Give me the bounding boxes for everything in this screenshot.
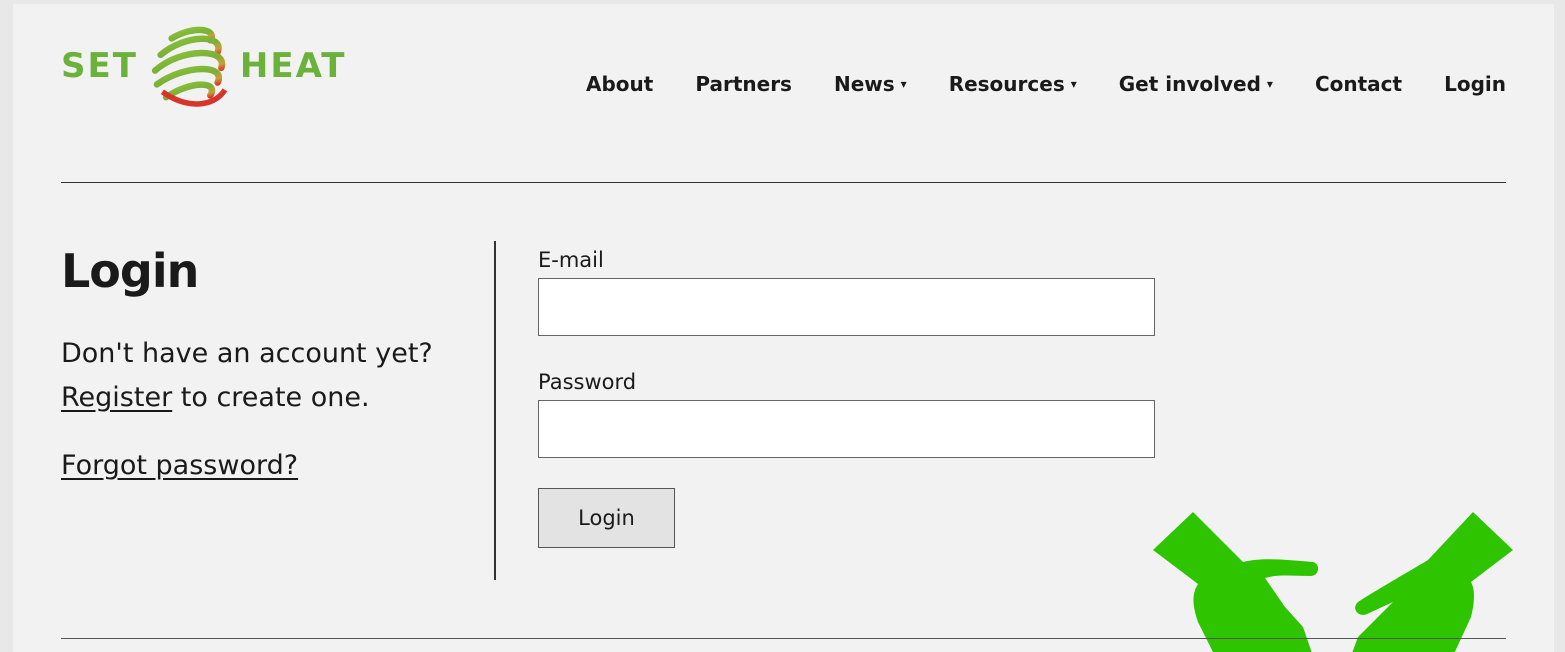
column-divider [494, 241, 496, 580]
password-label: Password [538, 370, 637, 394]
nav-contact[interactable]: Contact [1315, 72, 1402, 96]
globe-logo-icon [151, 26, 228, 107]
chevron-down-icon: ▾ [1266, 77, 1273, 91]
login-button[interactable]: Login [538, 488, 675, 548]
email-label: E-mail [538, 248, 604, 272]
nav-label: News [833, 72, 895, 96]
register-prompt: Don't have an account yet? Register to c… [61, 332, 441, 420]
nav-label: Resources [948, 72, 1065, 96]
register-link[interactable]: Register [61, 382, 172, 413]
nav-get-involved[interactable]: Get involved ▾ [1119, 72, 1273, 96]
nav-label: Get involved [1118, 72, 1261, 96]
register-prompt-text-end: to create one. [172, 382, 370, 413]
nav-about[interactable]: About [586, 72, 653, 96]
nav-label: About [586, 72, 654, 96]
page: SET HEAT About Partners News ▾ Resources… [13, 4, 1554, 652]
nav-label: Login [1444, 72, 1506, 96]
logo-text-heat: HEAT [239, 46, 347, 86]
nav-label: Contact [1314, 72, 1403, 96]
logo-text-set: SET [61, 46, 138, 86]
site-logo[interactable]: SET HEAT [61, 18, 351, 114]
email-field[interactable] [538, 278, 1155, 336]
nav-login[interactable]: Login [1444, 72, 1506, 96]
nav-resources[interactable]: Resources ▾ [949, 72, 1077, 96]
header-divider [61, 182, 1506, 183]
register-prompt-text: Don't have an account yet? [61, 338, 433, 369]
password-field[interactable] [538, 400, 1155, 458]
forgot-password-link[interactable]: Forgot password? [61, 450, 441, 481]
hands-icon [1153, 512, 1513, 652]
login-form: E-mail Password Login [538, 248, 1155, 548]
nav-label: Partners [695, 72, 792, 96]
chevron-down-icon: ▾ [900, 77, 907, 91]
nav-partners[interactable]: Partners [695, 72, 792, 96]
login-info: Login Don't have an account yet? Registe… [61, 244, 441, 481]
chevron-down-icon: ▾ [1070, 77, 1077, 91]
nav-news[interactable]: News ▾ [834, 72, 907, 96]
footer-divider [61, 638, 1506, 639]
page-title: Login [61, 244, 199, 298]
main-nav: About Partners News ▾ Resources ▾ Get invo… [544, 72, 1506, 96]
